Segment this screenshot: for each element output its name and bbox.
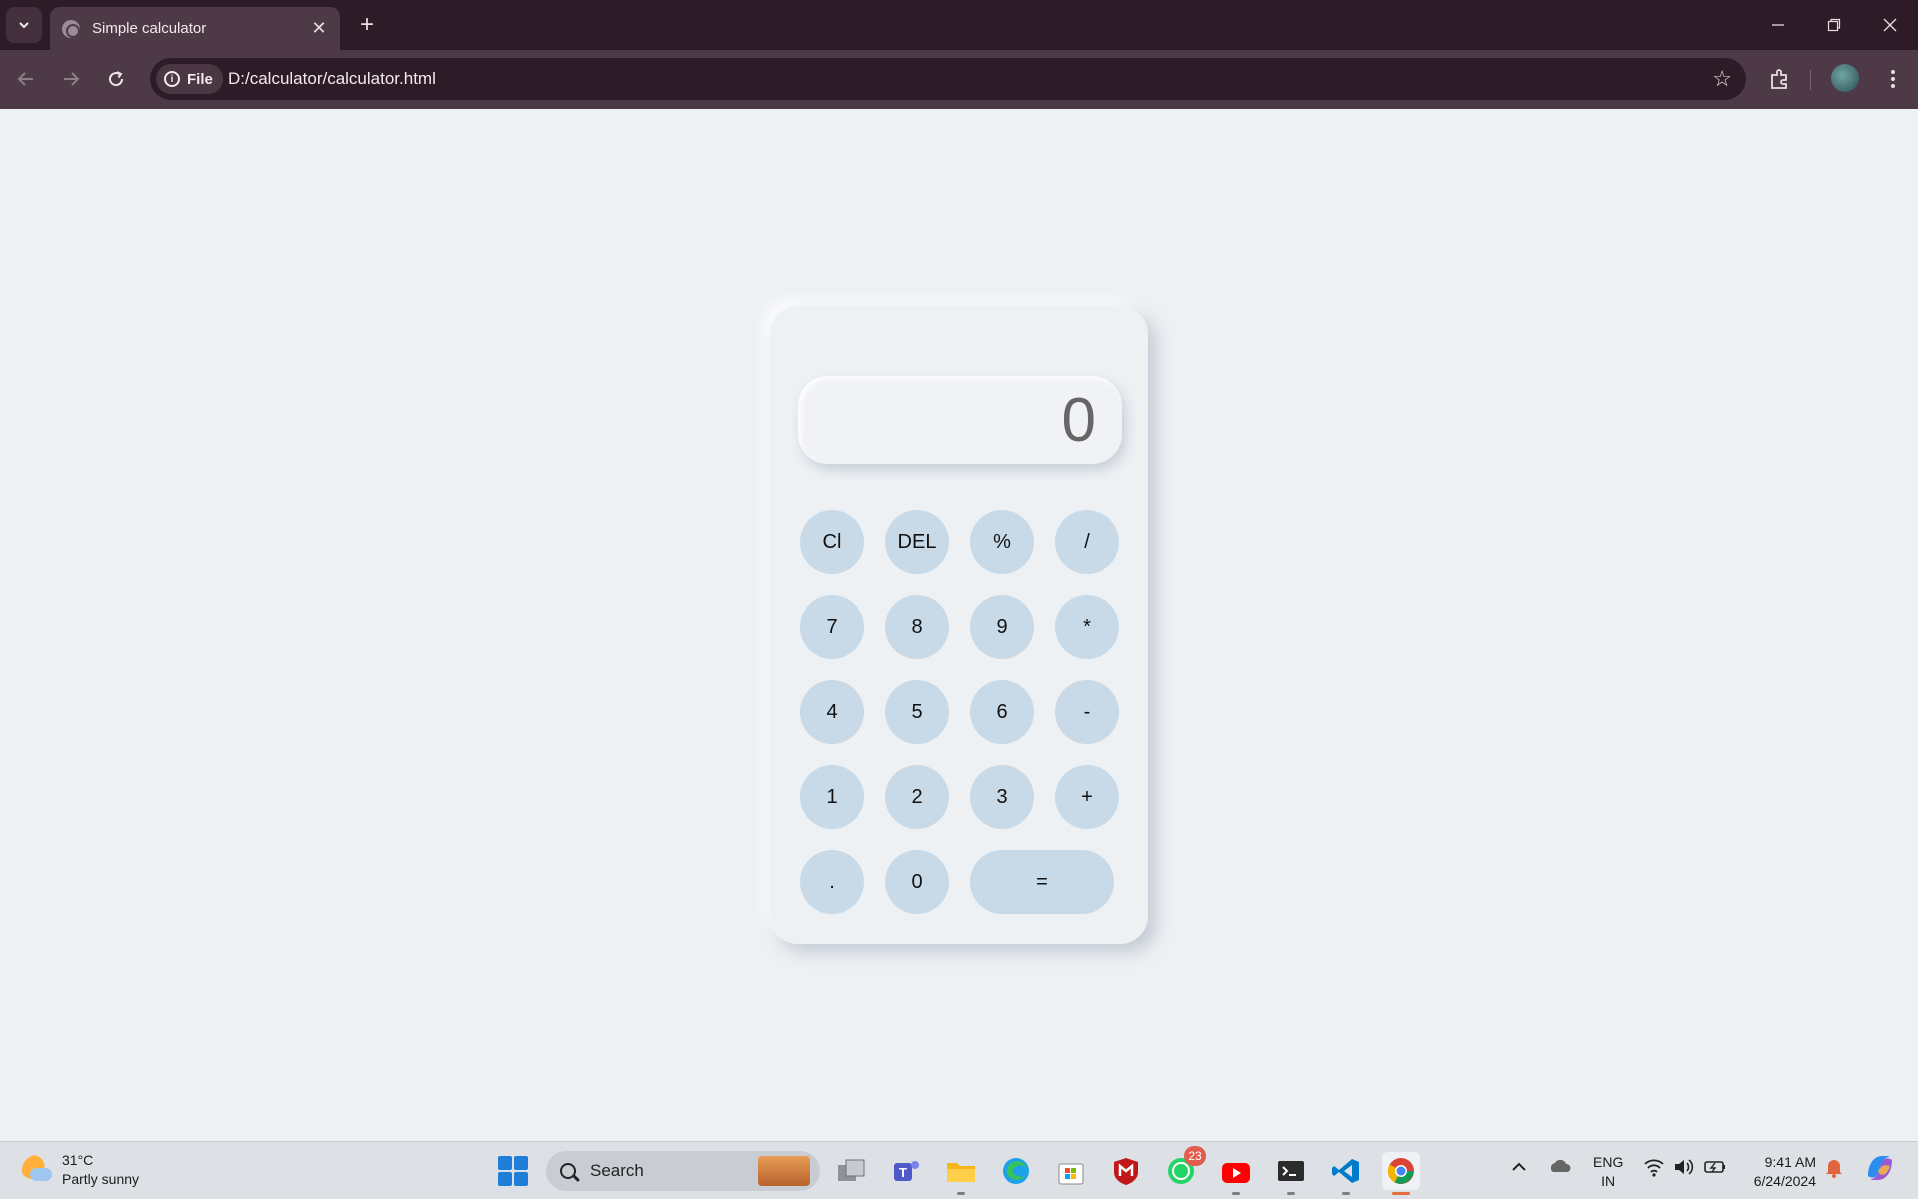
search-label: Search bbox=[590, 1161, 644, 1180]
weather-widget[interactable]: 31°C Partly sunny bbox=[22, 1151, 139, 1189]
restore-button[interactable] bbox=[1806, 0, 1862, 50]
windows-start-icon[interactable] bbox=[498, 1156, 528, 1186]
battery-icon[interactable] bbox=[1703, 1152, 1727, 1185]
arrow-right-icon bbox=[64, 72, 80, 86]
add-button[interactable]: + bbox=[1055, 765, 1119, 829]
search-icon bbox=[560, 1163, 576, 1179]
equals-button[interactable]: = bbox=[970, 850, 1114, 914]
wifi-icon[interactable] bbox=[1643, 1152, 1665, 1185]
site-info-chip[interactable]: i File bbox=[156, 64, 223, 94]
calculator: 0 Cl DEL% / 7 8 9 * 4 5 6- 1 2 3 +. 0 = bbox=[770, 306, 1148, 944]
reload-icon bbox=[109, 71, 124, 87]
arrow-left-icon bbox=[17, 72, 33, 86]
percent-button[interactable]: % bbox=[970, 510, 1034, 574]
new-tab-button[interactable]: + bbox=[352, 10, 382, 40]
onedrive-cloud-icon[interactable] bbox=[1548, 1152, 1572, 1185]
digit-1-button[interactable]: 1 bbox=[800, 765, 864, 829]
terminal-icon[interactable] bbox=[1272, 1152, 1310, 1195]
subtract-button[interactable]: - bbox=[1055, 680, 1119, 744]
teams-icon[interactable]: T bbox=[887, 1152, 925, 1190]
chrome-icon[interactable] bbox=[1382, 1152, 1420, 1195]
task-view-icon[interactable] bbox=[832, 1152, 870, 1190]
running-indicator bbox=[1392, 1192, 1410, 1195]
decimal-button[interactable]: . bbox=[800, 850, 864, 914]
show-hidden-icons-chevron-icon[interactable] bbox=[1511, 1152, 1527, 1185]
svg-text:T: T bbox=[899, 1165, 907, 1180]
running-indicator bbox=[1232, 1192, 1240, 1195]
region-code: IN bbox=[1601, 1173, 1616, 1189]
digit-4-button[interactable]: 4 bbox=[800, 680, 864, 744]
running-indicator bbox=[957, 1192, 965, 1195]
close-icon bbox=[1883, 18, 1897, 32]
tab-search-button[interactable] bbox=[6, 7, 42, 43]
address-bar[interactable]: i File D:/calculator/calculator.html ☆ bbox=[150, 58, 1746, 100]
digit-8-button[interactable]: 8 bbox=[885, 595, 949, 659]
weather-description: Partly sunny bbox=[62, 1171, 140, 1187]
file-explorer-icon[interactable] bbox=[942, 1152, 980, 1195]
calculator-display: 0 bbox=[798, 376, 1122, 464]
partly-sunny-icon bbox=[22, 1155, 52, 1185]
digit-6-button[interactable]: 6 bbox=[970, 680, 1034, 744]
toolbar-divider bbox=[1810, 70, 1811, 90]
search-highlight-image bbox=[758, 1156, 810, 1186]
taskbar: 31°C Partly sunny Search T 23 ENG IN 9:4… bbox=[0, 1141, 1918, 1199]
chip-label: File bbox=[187, 70, 213, 88]
clear-button[interactable]: Cl bbox=[800, 510, 864, 574]
browser-tab[interactable]: Simple calculator ✕ bbox=[50, 7, 340, 50]
notification-bell-icon[interactable] bbox=[1824, 1152, 1844, 1185]
url-text[interactable]: D:/calculator/calculator.html bbox=[228, 69, 436, 89]
clock-date: 6/24/2024 bbox=[1753, 1173, 1816, 1189]
system-clock[interactable]: 9:41 AM 6/24/2024 bbox=[1744, 1153, 1816, 1191]
digit-5-button[interactable]: 5 bbox=[885, 680, 949, 744]
notification-badge: 23 bbox=[1184, 1146, 1206, 1166]
extensions-icon[interactable] bbox=[1764, 63, 1796, 95]
mcafee-icon[interactable] bbox=[1107, 1152, 1145, 1190]
weather-temp: 31°C bbox=[62, 1152, 94, 1168]
restore-icon bbox=[1827, 18, 1841, 32]
digit-9-button[interactable]: 9 bbox=[970, 595, 1034, 659]
vscode-icon[interactable] bbox=[1327, 1152, 1365, 1195]
running-indicator bbox=[1342, 1192, 1350, 1195]
language-code: ENG bbox=[1593, 1154, 1624, 1170]
delete-button[interactable]: DEL bbox=[885, 510, 949, 574]
forward-button[interactable] bbox=[54, 62, 88, 96]
digit-7-button[interactable]: 7 bbox=[800, 595, 864, 659]
profile-avatar[interactable] bbox=[1831, 64, 1859, 92]
digit-3-button[interactable]: 3 bbox=[970, 765, 1034, 829]
minimize-button[interactable] bbox=[1750, 0, 1806, 50]
youtube-icon[interactable] bbox=[1217, 1152, 1255, 1195]
digit-0-button[interactable]: 0 bbox=[885, 850, 949, 914]
tab-title: Simple calculator bbox=[92, 20, 207, 37]
globe-icon bbox=[62, 19, 80, 38]
multiply-button[interactable]: * bbox=[1055, 595, 1119, 659]
bookmark-star-icon[interactable]: ☆ bbox=[1712, 66, 1732, 92]
reload-button[interactable] bbox=[99, 62, 133, 96]
input-language-indicator[interactable]: ENG IN bbox=[1593, 1153, 1623, 1191]
volume-icon[interactable] bbox=[1673, 1152, 1695, 1185]
back-button[interactable] bbox=[9, 62, 43, 96]
tab-strip: Simple calculator ✕ + bbox=[0, 0, 1918, 50]
whatsapp-icon[interactable]: 23 bbox=[1162, 1146, 1206, 1190]
close-tab-icon[interactable]: ✕ bbox=[306, 16, 332, 42]
chevron-down-icon bbox=[19, 22, 29, 29]
running-indicator bbox=[1287, 1192, 1295, 1195]
info-icon: i bbox=[164, 71, 180, 87]
minimize-icon bbox=[1772, 24, 1784, 26]
microsoft-store-icon[interactable] bbox=[1052, 1152, 1090, 1190]
divide-button[interactable]: / bbox=[1055, 510, 1119, 574]
window-close-button[interactable] bbox=[1862, 0, 1918, 50]
digit-2-button[interactable]: 2 bbox=[885, 765, 949, 829]
copilot-icon[interactable] bbox=[1864, 1152, 1896, 1187]
edge-icon[interactable] bbox=[997, 1152, 1035, 1190]
kebab-menu-icon[interactable] bbox=[1877, 63, 1909, 95]
browser-toolbar: i File D:/calculator/calculator.html ☆ bbox=[0, 50, 1918, 109]
taskbar-search[interactable]: Search bbox=[546, 1151, 820, 1191]
clock-time: 9:41 AM bbox=[1764, 1154, 1816, 1170]
